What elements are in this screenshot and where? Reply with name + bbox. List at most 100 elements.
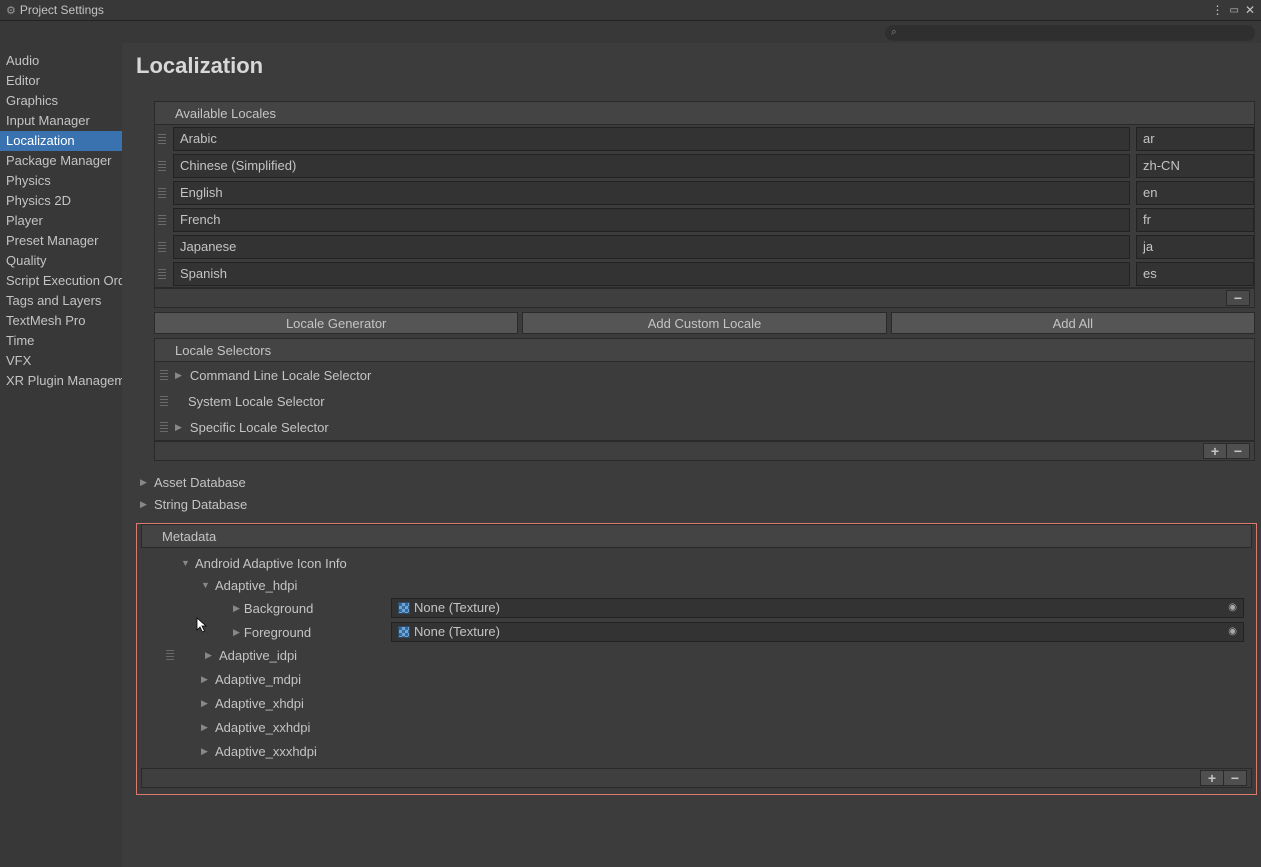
grip-icon[interactable] [157,134,167,144]
adaptive-xxhdpi-label: Adaptive_xxhdpi [215,720,310,735]
chevron-right-icon: ▶ [175,422,182,433]
sidebar-item-physics[interactable]: Physics [0,171,122,191]
add-custom-locale-button[interactable]: Add Custom Locale [522,312,886,334]
string-database-item[interactable]: ▶ String Database [136,493,1257,515]
sidebar-item-player[interactable]: Player [0,211,122,231]
locale-row: Englishen [155,179,1254,206]
texture-icon [398,626,410,638]
selectors-footer: + − [154,441,1255,461]
close-icon[interactable]: ✕ [1245,3,1255,17]
sidebar-item-graphics[interactable]: Graphics [0,91,122,111]
maximize-icon[interactable]: ▭ [1229,5,1238,16]
adaptive-mdpi-item[interactable]: ▶ Adaptive_mdpi [141,668,1252,690]
chevron-right-icon [175,396,180,406]
object-picker-icon[interactable]: ◉ [1228,599,1237,617]
sidebar-item-xr-plugin-management[interactable]: XR Plugin Management [0,371,122,391]
sidebar-item-audio[interactable]: Audio [0,51,122,71]
background-texture-field[interactable]: None (Texture) ◉ [391,598,1244,618]
grip-icon[interactable] [157,242,167,252]
adaptive-idpi-label: Adaptive_idpi [219,648,297,663]
grip-icon[interactable] [157,269,167,279]
sidebar-item-localization[interactable]: Localization [0,131,122,151]
chevron-right-icon: ▶ [201,722,211,733]
available-locales-header: Available Locales [154,101,1255,125]
adaptive-xxhdpi-item[interactable]: ▶ Adaptive_xxhdpi [141,716,1252,738]
sidebar-item-time[interactable]: Time [0,331,122,351]
grip-icon[interactable] [157,215,167,225]
locale-name-field[interactable]: Spanish [173,262,1130,286]
locale-code-field[interactable]: fr [1136,208,1254,232]
locale-code-field[interactable]: es [1136,262,1254,286]
grip-icon[interactable] [159,422,169,432]
menu-icon[interactable]: ⋮ [1211,3,1223,17]
add-selector-button[interactable]: + [1203,443,1227,459]
gear-icon: ⚙ [6,4,16,17]
adaptive-hdpi-label: Adaptive_hdpi [215,578,297,593]
locale-name-field[interactable]: Japanese [173,235,1130,259]
selector-row[interactable]: System Locale Selector [155,388,1254,414]
sidebar-item-quality[interactable]: Quality [0,251,122,271]
sidebar-item-tags-and-layers[interactable]: Tags and Layers [0,291,122,311]
search-input[interactable] [885,25,1255,41]
adaptive-hdpi-item[interactable]: ▼ Adaptive_hdpi [141,574,1252,596]
grip-icon[interactable] [165,650,175,660]
window-title: Project Settings [20,3,1212,17]
selector-label: System Locale Selector [188,394,325,409]
locale-row: Frenchfr [155,206,1254,233]
locale-generator-button[interactable]: Locale Generator [154,312,518,334]
android-adaptive-icon-item[interactable]: ▼ Android Adaptive Icon Info [141,552,1252,574]
adaptive-xhdpi-item[interactable]: ▶ Adaptive_xhdpi [141,692,1252,714]
remove-locale-button[interactable]: − [1226,290,1250,306]
adaptive-xxxhdpi-label: Adaptive_xxxhdpi [215,744,317,759]
adaptive-xxxhdpi-item[interactable]: ▶ Adaptive_xxxhdpi [141,740,1252,762]
object-picker-icon[interactable]: ◉ [1228,623,1237,641]
sidebar-item-script-execution-order[interactable]: Script Execution Order [0,271,122,291]
chevron-right-icon: ▶ [140,477,150,488]
chevron-right-icon: ▶ [233,603,240,614]
android-adaptive-icon-label: Android Adaptive Icon Info [195,556,347,571]
grip-icon[interactable] [157,161,167,171]
locale-code-field[interactable]: ja [1136,235,1254,259]
metadata-footer: + − [141,768,1252,788]
searchbar: ⌕ [0,21,1261,43]
available-locales-panel: Available Locales ArabicarChinese (Simpl… [154,101,1255,461]
chevron-right-icon: ▶ [175,370,182,381]
chevron-right-icon: ▶ [201,746,211,757]
grip-icon[interactable] [159,396,169,406]
sidebar-item-package-manager[interactable]: Package Manager [0,151,122,171]
chevron-right-icon: ▶ [205,650,215,661]
locale-code-field[interactable]: ar [1136,127,1254,151]
selector-row[interactable]: ▶Command Line Locale Selector [155,362,1254,388]
chevron-right-icon: ▶ [233,627,240,638]
locale-buttons: Locale Generator Add Custom Locale Add A… [154,312,1255,334]
texture-icon [398,602,410,614]
sidebar-item-textmesh-pro[interactable]: TextMesh Pro [0,311,122,331]
locale-code-field[interactable]: en [1136,181,1254,205]
asset-database-item[interactable]: ▶ Asset Database [136,471,1257,493]
titlebar: ⚙ Project Settings ⋮ ▭ ✕ [0,0,1261,21]
chevron-down-icon: ▼ [201,580,211,590]
locale-code-field[interactable]: zh-CN [1136,154,1254,178]
locale-name-field[interactable]: Arabic [173,127,1130,151]
sidebar-item-editor[interactable]: Editor [0,71,122,91]
locale-name-field[interactable]: English [173,181,1130,205]
sidebar-item-preset-manager[interactable]: Preset Manager [0,231,122,251]
add-metadata-button[interactable]: + [1200,770,1224,786]
selector-row[interactable]: ▶Specific Locale Selector [155,414,1254,440]
remove-selector-button[interactable]: − [1226,443,1250,459]
locale-name-field[interactable]: Chinese (Simplified) [173,154,1130,178]
window-controls: ⋮ ▭ ✕ [1211,3,1255,17]
adaptive-idpi-item[interactable]: ▶ Adaptive_idpi [141,644,1252,666]
remove-metadata-button[interactable]: − [1223,770,1247,786]
add-all-button[interactable]: Add All [891,312,1255,334]
locales-footer: − [154,288,1255,308]
chevron-down-icon: ▼ [181,558,191,568]
locale-row: Spanishes [155,260,1254,287]
locale-name-field[interactable]: French [173,208,1130,232]
sidebar-item-vfx[interactable]: VFX [0,351,122,371]
foreground-texture-field[interactable]: None (Texture) ◉ [391,622,1244,642]
sidebar-item-input-manager[interactable]: Input Manager [0,111,122,131]
sidebar-item-physics-2d[interactable]: Physics 2D [0,191,122,211]
grip-icon[interactable] [157,188,167,198]
grip-icon[interactable] [159,370,169,380]
